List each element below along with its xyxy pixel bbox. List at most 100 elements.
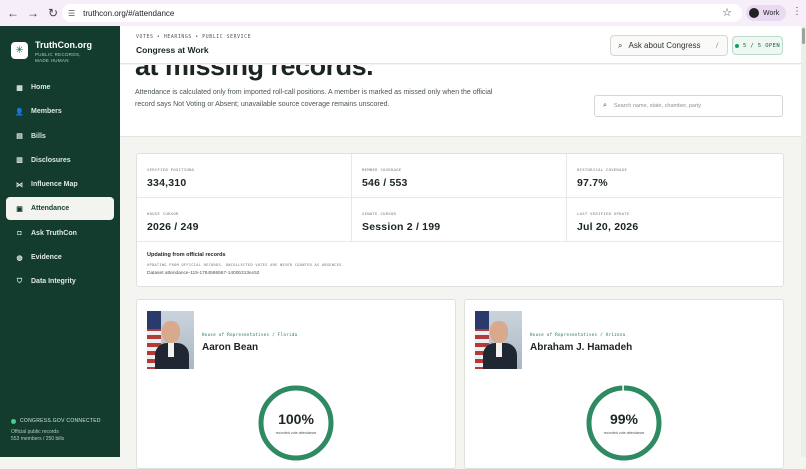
brand-name: TruthCon.org (35, 40, 92, 50)
member-search[interactable]: ⌕ (594, 95, 783, 117)
sidebar-item-bills[interactable]: ▤ Bills (6, 125, 114, 148)
stat-value: 334,310 (147, 177, 187, 189)
hero-heading: at missing records. (135, 65, 374, 81)
shortcut-hint: / (715, 42, 719, 49)
member-name[interactable]: Abraham J. Hamadeh (530, 342, 632, 353)
page-scrollbar[interactable] (801, 26, 806, 457)
sidebar-item-data-integrity[interactable]: ⛉ Data Integrity (6, 270, 114, 293)
footer-line-2: 553 members / 250 bills (11, 436, 65, 442)
brand-tagline: PUBLIC RECORDS, MADE HUMAN (35, 52, 81, 63)
sidebar-item-label: Home (31, 84, 51, 91)
stat-historical-coverage: HISTORICAL COVERAGE 97.7% (567, 154, 782, 198)
member-card[interactable]: House of Representatives / Florida Aaron… (136, 299, 456, 469)
member-card[interactable]: House of Representatives / Arizona Abrah… (464, 299, 784, 469)
member-chamber: House of Representatives / Florida (202, 332, 298, 337)
brand[interactable]: ✳ TruthCon.org PUBLIC RECORDS, MADE HUMA… (11, 40, 95, 64)
ask-icon: ◘ (17, 229, 22, 237)
update-subtitle: UPDATING FROM OFFICIAL RECORDS. UNCOLLEC… (147, 263, 345, 267)
attendance-caption: recorded vote attendance (603, 431, 645, 435)
connection-status: CONGRESS.GOV CONNECTED (11, 418, 101, 425)
sidebar-item-evidence[interactable]: ◍ Evidence (6, 246, 114, 269)
sidebar-item-label: Ask TruthCon (31, 229, 77, 237)
breadcrumb: VOTES • HEARINGS • PUBLIC SERVICE (136, 35, 252, 40)
profile-label: Work (763, 9, 780, 17)
sidebar: ✳ TruthCon.org PUBLIC RECORDS, MADE HUMA… (0, 26, 120, 457)
stat-label: LAST VERIFIED UPDATE (577, 211, 630, 216)
browser-toolbar: ← → ↻ ☰ truthcon.org/#/attendance ☆ Work… (0, 0, 806, 26)
bookmark-star-icon[interactable]: ☆ (722, 6, 732, 19)
back-icon[interactable]: ← (6, 6, 20, 20)
attendance-readout: 100% recorded vote attendance (256, 383, 336, 463)
search-icon: ⌕ (603, 102, 607, 109)
attendance-percent: 100% (278, 411, 314, 427)
member-photo (147, 311, 194, 369)
stat-verified-positions: VERIFIED POSITIONS 334,310 (137, 154, 352, 198)
ask-about-congress-button[interactable]: ⌕ Ask about Congress / (610, 35, 728, 56)
home-icon: ▦ (16, 84, 23, 92)
stat-label: VERIFIED POSITIONS (147, 167, 195, 172)
data-integrity-icon: ⛉ (16, 277, 23, 285)
attendance-percent: 99% (609, 411, 639, 427)
attendance-icon: ▣ (16, 205, 23, 213)
top-bar: VOTES • HEARINGS • PUBLIC SERVICE Congre… (120, 26, 806, 64)
forward-icon[interactable]: → (26, 6, 40, 20)
stat-value: Session 2 / 199 (362, 221, 441, 233)
sidebar-item-influence-map[interactable]: ⋈ Influence Map (6, 173, 114, 196)
scrollbar-thumb[interactable] (802, 28, 805, 44)
stat-house-cursor: HOUSE CURSOR 2026 / 249 (137, 198, 352, 242)
attendance-stats-card: VERIFIED POSITIONS 334,310 MEMBER COVERAGE… (136, 153, 784, 287)
sidebar-item-label: Data Integrity (31, 278, 76, 286)
sidebar-item-label: Evidence (31, 254, 62, 262)
sidebar-item-ask-truthcon[interactable]: ◘ Ask TruthCon (6, 222, 114, 245)
profile-button[interactable]: Work (746, 5, 787, 21)
bills-icon: ▤ (16, 133, 23, 141)
status-dot-icon (11, 419, 16, 424)
members-icon: 👤 (15, 108, 24, 116)
sidebar-item-members[interactable]: 👤 Members (6, 100, 114, 123)
reload-icon[interactable]: ↻ (46, 6, 60, 20)
stat-value: 97.7% (577, 177, 608, 189)
attendance-readout: 99% recorded vote attendance (584, 383, 664, 463)
member-photo (475, 311, 522, 369)
ask-label: Ask about Congress (628, 41, 701, 50)
evidence-icon: ◍ (16, 254, 23, 262)
member-name[interactable]: Aaron Bean (202, 342, 258, 353)
member-chamber: House of Representatives / Arizona (530, 332, 626, 337)
sidebar-nav: ▦ Home 👤 Members ▤ Bills ▥ Disclosures ⋈ Influenc… (6, 76, 114, 295)
sidebar-item-label: Attendance (31, 205, 70, 213)
search-icon: ⌕ (618, 40, 623, 50)
profile-avatar-icon (749, 8, 759, 18)
sidebar-item-label: Influence Map (31, 181, 78, 189)
disclosures-icon: ▥ (16, 157, 23, 165)
sidebar-item-disclosures[interactable]: ▥ Disclosures (6, 149, 114, 172)
sidebar-footer: CONGRESS.GOV CONNECTED Official public r… (11, 418, 101, 443)
search-input[interactable] (613, 103, 774, 109)
influence-map-icon: ⋈ (16, 181, 23, 189)
update-title: Updating from official records (147, 252, 226, 258)
sidebar-item-label: Bills (31, 132, 46, 140)
attendance-caption: recorded vote attendance (275, 431, 317, 435)
dataset-id: Dataset attendance-119-1784586567-1400b3… (147, 271, 260, 276)
sidebar-item-home[interactable]: ▦ Home (6, 76, 114, 99)
address-bar[interactable]: ☰ truthcon.org/#/attendance ☆ (62, 4, 742, 22)
sidebar-item-label: Members (31, 108, 62, 116)
stat-last-verified-update: LAST VERIFIED UPDATE Jul 20, 2026 (567, 198, 782, 242)
sidebar-item-label: Disclosures (31, 156, 71, 164)
sidebar-item-attendance[interactable]: ▣ Attendance (6, 197, 114, 221)
browser-menu-icon[interactable]: ⋮ (792, 6, 802, 17)
open-status-badge[interactable]: 5 / 5 OPEN (732, 36, 783, 55)
footer-line-1: Official public records (11, 429, 59, 435)
stat-label: MEMBER COVERAGE (362, 167, 402, 172)
site-settings-icon[interactable]: ☰ (68, 9, 75, 18)
stat-member-coverage: MEMBER COVERAGE 546 / 553 (352, 154, 567, 198)
stat-senate-cursor: SENATE CURSOR Session 2 / 199 (352, 198, 567, 242)
stats-grid: VERIFIED POSITIONS 334,310 MEMBER COVERAGE… (137, 154, 783, 242)
hero: at missing records. Attendance is calcul… (120, 65, 806, 137)
stat-value: 2026 / 249 (147, 221, 199, 233)
stat-value: Jul 20, 2026 (577, 221, 639, 233)
page-title: Congress at Work (136, 45, 209, 55)
stat-label: HISTORICAL COVERAGE (577, 167, 628, 172)
logo-icon: ✳ (11, 42, 28, 59)
url-text: truthcon.org/#/attendance (83, 8, 175, 18)
update-status: Updating from official records UPDATING … (147, 252, 344, 276)
